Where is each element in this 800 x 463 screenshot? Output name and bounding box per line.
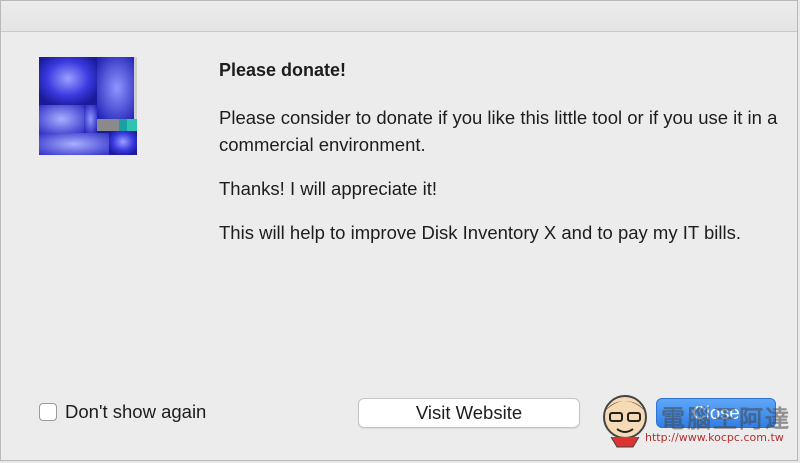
dialog-message-donate: Please consider to donate if you like th… xyxy=(219,107,778,155)
dialog-message-help: This will help to improve Disk Inventory… xyxy=(219,222,741,243)
checkbox-box[interactable] xyxy=(39,403,57,421)
dont-show-again-checkbox[interactable]: Don't show again xyxy=(39,401,206,423)
donate-dialog-window: Please donate! Please consider to donate… xyxy=(0,0,798,461)
dialog-message-thanks: Thanks! I will appreciate it! xyxy=(219,178,437,199)
visit-website-button[interactable]: Visit Website xyxy=(358,398,580,428)
close-button[interactable]: Close xyxy=(656,398,776,428)
mascot-icon xyxy=(603,395,647,448)
disk-inventory-treemap-icon xyxy=(39,57,137,155)
title-bar[interactable] xyxy=(1,1,797,32)
dialog-heading: Please donate! xyxy=(219,60,347,80)
watermark-url: http://www.kocpc.com.tw xyxy=(645,431,784,444)
checkbox-label[interactable]: Don't show again xyxy=(65,401,206,423)
dialog-content: Please donate! Please consider to donate… xyxy=(219,57,779,263)
